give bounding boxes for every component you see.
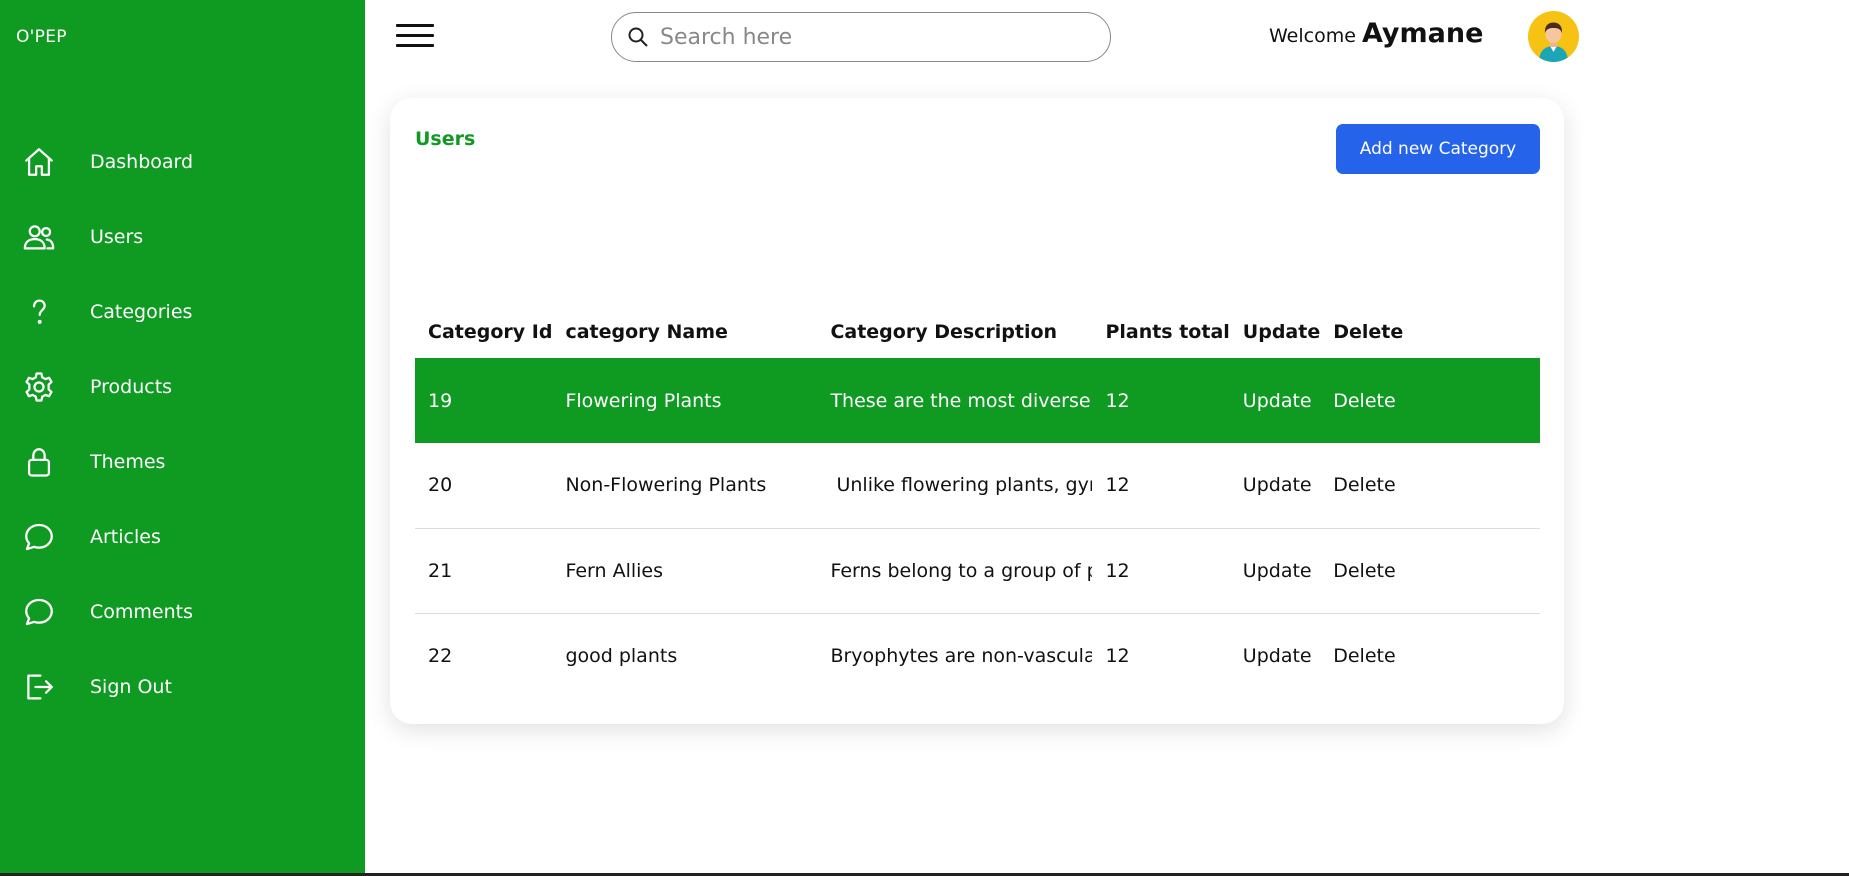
menu-toggle-button[interactable]	[396, 24, 434, 50]
cell-category-name: Non-Flowering Plants	[565, 474, 767, 497]
cell-category-description: These are the most diverse g	[817, 358, 1092, 443]
description-text: Bryophytes are non-vascular	[830, 644, 1093, 667]
sidebar: O'PEP Dashboard Users Categories Product…	[0, 0, 365, 876]
column-header-delete: Delete	[1333, 321, 1404, 343]
cell-category-name: Flowering Plants	[565, 389, 722, 412]
sidebar-item-label: Comments	[90, 600, 193, 623]
sidebar-item-label: Categories	[90, 300, 193, 323]
sidebar-item-categories[interactable]: Categories	[0, 274, 365, 349]
table-row[interactable]: 19 Flowering Plants These are the most d…	[415, 358, 1540, 443]
cell-plants-total: 12	[1105, 644, 1130, 667]
chat-icon	[22, 520, 56, 554]
cell-category-name: Fern Allies	[565, 559, 663, 582]
sidebar-item-label: Articles	[90, 525, 161, 548]
hamburger-bar	[396, 44, 434, 47]
column-header-category-description: Category Description	[830, 321, 1058, 343]
sidebar-nav: Dashboard Users Categories Products Them…	[0, 124, 365, 724]
categories-card: Users Add new Category Category Id categ…	[390, 98, 1564, 724]
sidebar-item-label: Themes	[90, 450, 166, 473]
page-title: Users	[415, 128, 476, 150]
table-row[interactable]: 21 Fern Allies Ferns belong to a group o…	[415, 528, 1540, 613]
chat-icon	[22, 595, 56, 629]
update-link[interactable]: Update	[1230, 613, 1320, 698]
column-header-update: Update	[1242, 321, 1321, 343]
delete-link[interactable]: Delete	[1320, 613, 1540, 698]
sidebar-item-label: Sign Out	[90, 675, 172, 698]
table-row[interactable]: 20 Non-Flowering Plants Unlike flowering…	[415, 443, 1540, 528]
column-header-category-name: category Name	[565, 321, 728, 343]
update-link[interactable]: Update	[1230, 358, 1320, 443]
users-icon	[22, 220, 56, 254]
cell-category-id: 20	[428, 474, 453, 497]
search-icon	[628, 27, 648, 47]
sidebar-item-sign-out[interactable]: Sign Out	[0, 649, 365, 724]
user-name: Aymane	[1361, 18, 1484, 49]
cell-category-id: 21	[428, 559, 453, 582]
brand-logo: O'PEP	[16, 27, 67, 47]
sidebar-item-users[interactable]: Users	[0, 199, 365, 274]
delete-link[interactable]: Delete	[1320, 358, 1540, 443]
sidebar-item-label: Dashboard	[90, 150, 194, 173]
column-header-category-id: Category Id	[428, 321, 553, 343]
delete-link[interactable]: Delete	[1320, 443, 1540, 528]
sidebar-item-articles[interactable]: Articles	[0, 499, 365, 574]
search-bar[interactable]	[611, 12, 1111, 62]
table-header-row: Category Id category Name Category Descr…	[415, 306, 1540, 358]
gear-icon	[22, 370, 56, 404]
sidebar-item-label: Users	[90, 225, 144, 248]
welcome-text: Welcome	[1269, 25, 1356, 47]
question-icon	[22, 295, 56, 329]
hamburger-bar	[396, 24, 434, 27]
table-row[interactable]: 22 good plants Bryophytes are non-vascul…	[415, 613, 1540, 698]
sidebar-item-label: Products	[90, 375, 173, 398]
update-link[interactable]: Update	[1230, 443, 1320, 528]
column-header-plants-total: Plants total	[1105, 321, 1230, 343]
sign-out-icon	[22, 670, 56, 704]
add-category-button[interactable]: Add new Category	[1336, 124, 1540, 174]
description-text: Unlike flowering plants, gym	[830, 474, 1093, 497]
update-link[interactable]: Update	[1230, 528, 1320, 613]
hamburger-bar	[396, 34, 434, 37]
welcome-message: Welcome Aymane	[1269, 18, 1483, 49]
home-icon	[22, 145, 56, 179]
user-avatar-icon	[1539, 22, 1568, 62]
cell-category-description: Ferns belong to a group of p	[817, 528, 1092, 613]
sidebar-item-themes[interactable]: Themes	[0, 424, 365, 499]
sidebar-item-comments[interactable]: Comments	[0, 574, 365, 649]
cell-category-id: 22	[428, 644, 453, 667]
categories-table: Category Id category Name Category Descr…	[415, 306, 1540, 698]
description-text: Ferns belong to a group of p	[830, 559, 1093, 582]
sidebar-item-products[interactable]: Products	[0, 349, 365, 424]
avatar[interactable]	[1528, 11, 1579, 62]
cell-category-id: 19	[428, 389, 453, 412]
description-text: These are the most diverse g	[830, 389, 1093, 412]
cell-plants-total: 12	[1105, 389, 1130, 412]
cell-plants-total: 12	[1105, 559, 1130, 582]
sidebar-item-dashboard[interactable]: Dashboard	[0, 124, 365, 199]
topbar: Welcome Aymane	[365, 0, 1849, 80]
cell-category-description: Unlike flowering plants, gym	[817, 443, 1092, 528]
search-input[interactable]	[660, 24, 1100, 50]
cell-category-description: Bryophytes are non-vascular	[817, 613, 1092, 698]
lock-icon	[22, 445, 56, 479]
cell-category-name: good plants	[565, 644, 678, 667]
cell-plants-total: 12	[1105, 474, 1130, 497]
delete-link[interactable]: Delete	[1320, 528, 1540, 613]
